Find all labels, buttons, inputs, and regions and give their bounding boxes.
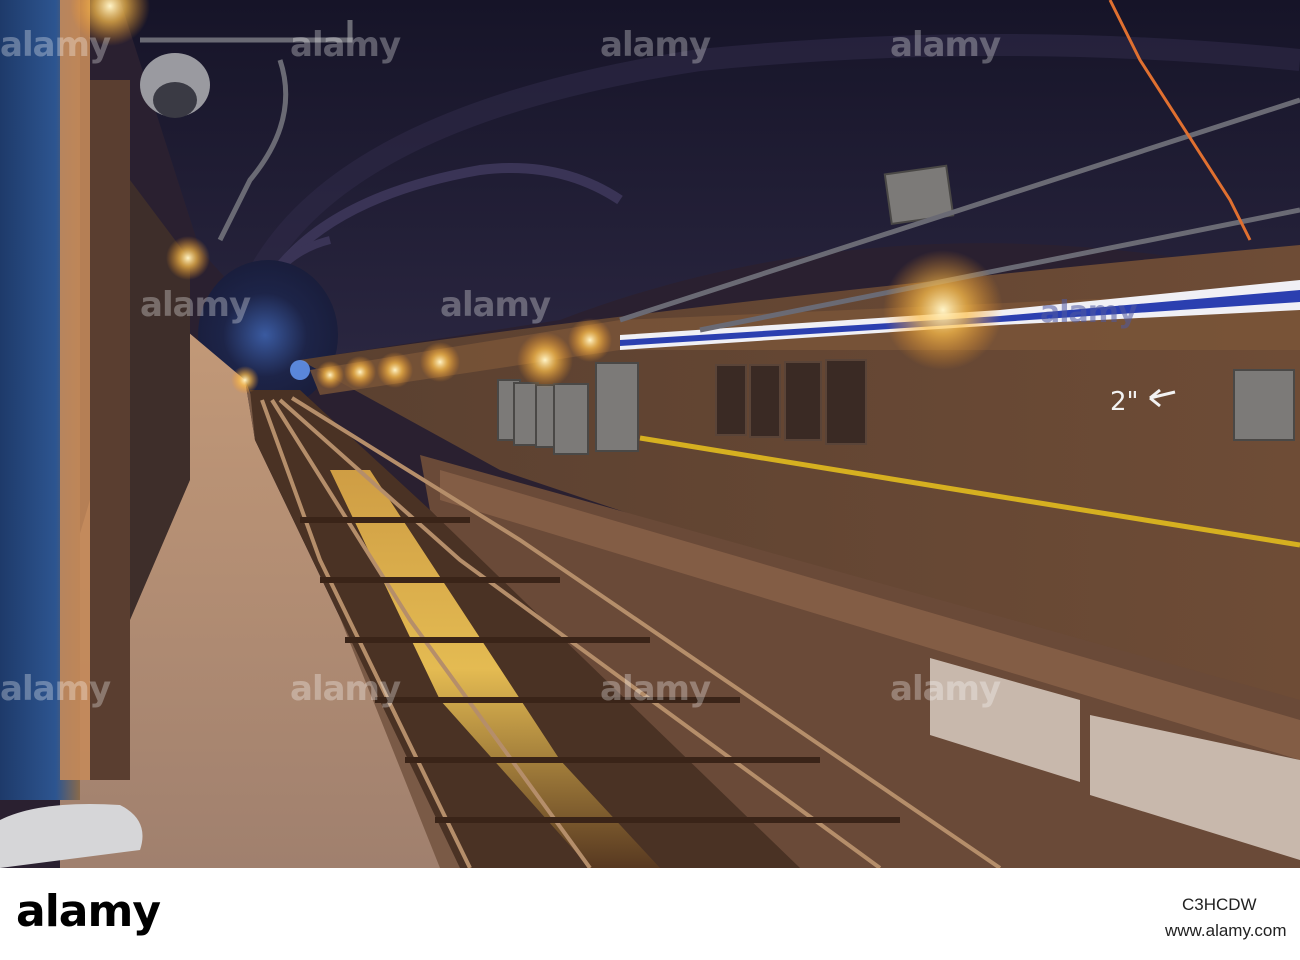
alamy-logo: alamy: [16, 886, 161, 937]
svg-text:alamy: alamy: [890, 669, 1001, 709]
svg-text:alamy: alamy: [600, 25, 711, 65]
svg-text:alamy: alamy: [1040, 295, 1138, 330]
svg-text:alamy: alamy: [890, 25, 1001, 65]
svg-text:alamy: alamy: [440, 285, 551, 325]
svg-text:alamy: alamy: [140, 285, 251, 325]
wall-marking-text: 2": [1110, 387, 1139, 417]
svg-text:alamy: alamy: [600, 669, 711, 709]
svg-text:alamy: alamy: [290, 669, 401, 709]
stock-footer: alamy C3HCDW www.alamy.com: [0, 868, 1300, 960]
stock-image-id: C3HCDW: [1182, 895, 1257, 914]
tunnel-photo: 2" alamy alamy alamy alamy alamy alamy a…: [0, 0, 1300, 868]
svg-text:alamy: alamy: [0, 669, 111, 709]
svg-text:alamy: alamy: [290, 25, 401, 65]
stock-url: www.alamy.com: [1165, 921, 1287, 940]
svg-text:alamy: alamy: [0, 25, 111, 65]
